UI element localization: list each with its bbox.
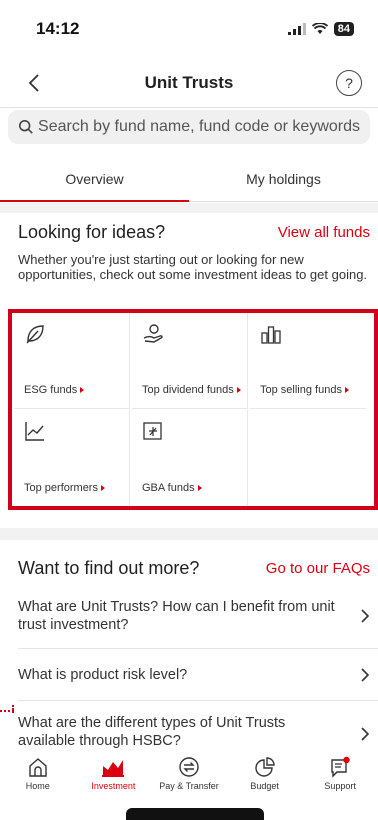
help-button[interactable]: ?: [336, 70, 362, 96]
idea-top-dividend-funds[interactable]: Top dividend funds: [132, 313, 248, 409]
caret-right-icon: [197, 485, 202, 491]
ideas-title: Looking for ideas?: [18, 222, 166, 242]
faq-question: What are Unit Trusts? How can I benefit …: [18, 599, 335, 633]
idea-label: Top dividend funds: [142, 384, 234, 396]
nav-label: Investment: [91, 781, 136, 791]
nav-pay-transfer[interactable]: Pay & Transfer: [151, 752, 227, 802]
faq-title: Want to find out more?: [18, 558, 200, 578]
nav-label: Support: [324, 781, 356, 791]
status-time: 14:12: [36, 19, 80, 38]
search-input[interactable]: Search by fund name, fund code or keywor…: [8, 110, 370, 144]
investment-icon: [102, 760, 125, 777]
nav-support[interactable]: Support: [302, 752, 378, 802]
tab-my-holdings[interactable]: My holdings: [189, 156, 378, 201]
caret-right-icon: [344, 387, 349, 393]
idea-top-selling-funds[interactable]: Top selling funds: [250, 313, 366, 409]
idea-label: GBA funds: [142, 482, 195, 494]
bottom-navigation: Home Investment Pay & Transfer Budget Su…: [0, 752, 378, 802]
faq-question: What is product risk level?: [18, 667, 188, 683]
idea-label: Top selling funds: [260, 384, 342, 396]
faq-item[interactable]: What are the different types of Unit Tru…: [18, 714, 370, 748]
nav-label: Home: [25, 781, 50, 791]
chevron-right-icon: [361, 609, 370, 623]
help-icon: ?: [345, 75, 353, 91]
ideas-grid: ESG funds Top dividend funds Top selling…: [14, 313, 370, 506]
caret-right-icon: [100, 485, 105, 491]
faq-item[interactable]: What is product risk level?: [18, 666, 370, 684]
status-icons: 84: [287, 22, 354, 36]
tab-overview[interactable]: Overview: [0, 156, 189, 202]
view-all-funds-link[interactable]: View all funds: [278, 224, 370, 241]
gba-icon: [143, 422, 162, 440]
battery-icon: 84: [333, 22, 354, 36]
nav-label: Budget: [250, 781, 279, 791]
ideas-description: Whether you're just starting out or look…: [18, 252, 368, 282]
nav-investment[interactable]: Investment: [76, 752, 152, 802]
chevron-left-icon: [28, 74, 39, 92]
status-bar: 14:12 84: [0, 0, 378, 58]
faq-header: Want to find out more? Go to our FAQs: [18, 558, 370, 579]
home-icon: [29, 758, 47, 777]
ideas-header: Looking for ideas? View all funds: [18, 222, 370, 243]
section-divider: [0, 203, 378, 213]
hand-coin-icon: [143, 324, 163, 343]
chevron-right-icon: [361, 727, 370, 741]
signal-icon: [287, 23, 306, 35]
navigation-bar: Unit Trusts ?: [0, 58, 378, 108]
leaf-icon: [26, 325, 44, 344]
support-icon: [331, 756, 350, 778]
caret-right-icon: [80, 387, 85, 393]
transfer-icon: [179, 757, 199, 777]
caret-right-icon: [236, 387, 241, 393]
divider: [18, 648, 378, 649]
line-chart-icon: [25, 422, 44, 441]
faq-question: What are the different types of Unit Tru…: [18, 715, 286, 748]
page-title: Unit Trusts: [144, 72, 234, 92]
faq-item[interactable]: What are Unit Trusts? How can I benefit …: [18, 598, 370, 634]
highlight-marker: [12, 705, 14, 713]
nav-budget[interactable]: Budget: [227, 752, 303, 802]
section-divider: [0, 528, 378, 540]
search-icon: [18, 119, 33, 134]
chevron-right-icon: [361, 668, 370, 682]
tab-bar: Overview My holdings: [0, 156, 378, 202]
idea-label: Top performers: [24, 482, 98, 494]
nav-home[interactable]: Home: [0, 752, 76, 802]
idea-esg-funds[interactable]: ESG funds: [14, 313, 130, 409]
idea-top-performers[interactable]: Top performers: [14, 410, 130, 506]
go-to-faqs-link[interactable]: Go to our FAQs: [266, 560, 370, 577]
budget-icon: [254, 757, 275, 777]
wifi-icon: [311, 23, 328, 34]
bar-chart-icon: [261, 326, 281, 344]
nav-label: Pay & Transfer: [159, 781, 219, 791]
idea-label: ESG funds: [24, 384, 78, 396]
home-indicator: [126, 808, 264, 820]
divider: [18, 700, 378, 701]
back-button[interactable]: [20, 68, 48, 98]
idea-gba-funds[interactable]: GBA funds: [132, 410, 248, 506]
search-placeholder: Search by fund name, fund code or keywor…: [38, 118, 360, 135]
